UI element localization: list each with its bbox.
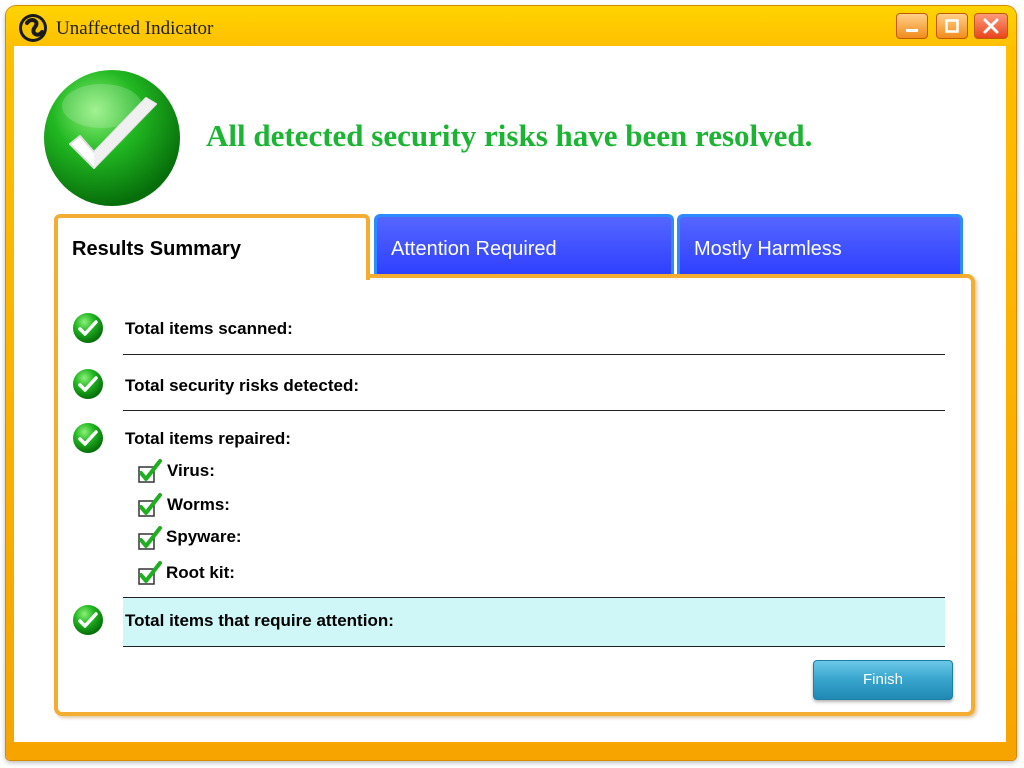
checkbox-checked-icon <box>138 526 162 550</box>
maximize-button[interactable] <box>936 13 968 39</box>
green-checkmark-icon <box>44 70 180 206</box>
repaired-worms-label: Worms: <box>167 495 230 514</box>
check-circle-icon <box>73 369 103 399</box>
window-title: Unaffected Indicator <box>56 18 214 39</box>
check-circle-icon <box>73 605 103 635</box>
finish-button[interactable]: Finish <box>813 660 953 700</box>
results-panel: Total items scanned: Total security risk… <box>54 274 975 716</box>
close-button[interactable] <box>974 13 1008 39</box>
divider <box>123 646 945 647</box>
tab-attention-required[interactable]: Attention Required <box>374 214 674 274</box>
divider <box>123 354 945 355</box>
checkbox-checked-icon <box>138 561 162 585</box>
attention-items-label: Total items that require attention: <box>125 611 394 630</box>
check-circle-icon <box>73 313 103 343</box>
window-content: All detected security risks have been re… <box>14 46 1006 742</box>
checkbox-checked-icon <box>138 459 162 483</box>
tab-results-summary[interactable]: Results Summary <box>54 214 370 280</box>
tab-label: Results Summary <box>72 238 241 260</box>
app-logo-icon <box>19 14 47 42</box>
minimize-button[interactable] <box>896 13 928 39</box>
tab-label: Mostly Harmless <box>694 238 842 260</box>
checkbox-checked-icon <box>138 493 162 517</box>
repaired-spyware-label: Spyware: <box>166 527 242 546</box>
close-icon <box>983 18 999 34</box>
tab-mostly-harmless[interactable]: Mostly Harmless <box>677 214 963 274</box>
minimize-icon <box>906 29 918 32</box>
tab-label: Attention Required <box>391 238 557 260</box>
total-risks-label: Total security risks detected: <box>125 376 359 395</box>
check-circle-icon <box>73 423 103 453</box>
total-repaired-label: Total items repaired: <box>125 429 291 448</box>
total-scanned-label: Total items scanned: <box>125 319 293 338</box>
app-window: Unaffected Indicator All detected securi… <box>6 6 1016 760</box>
repaired-virus-label: Virus: <box>167 461 215 480</box>
divider <box>123 410 945 411</box>
maximize-icon <box>945 19 959 33</box>
status-headline: All detected security risks have been re… <box>206 118 813 153</box>
repaired-rootkit-label: Root kit: <box>166 563 235 582</box>
title-bar[interactable]: Unaffected Indicator <box>6 6 1016 46</box>
